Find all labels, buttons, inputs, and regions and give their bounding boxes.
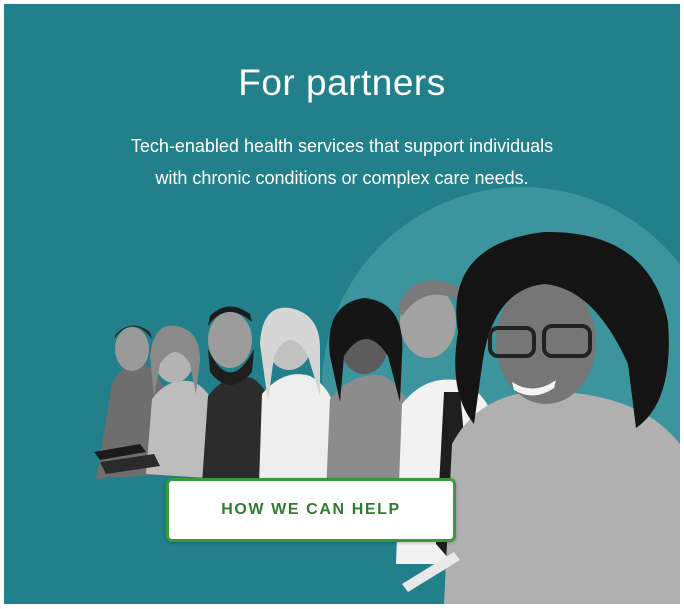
how-we-can-help-button[interactable]: HOW WE CAN HELP (166, 478, 456, 542)
cta-label: HOW WE CAN HELP (221, 501, 401, 518)
partners-hero-section: For partners Tech-enabled health service… (4, 4, 680, 604)
